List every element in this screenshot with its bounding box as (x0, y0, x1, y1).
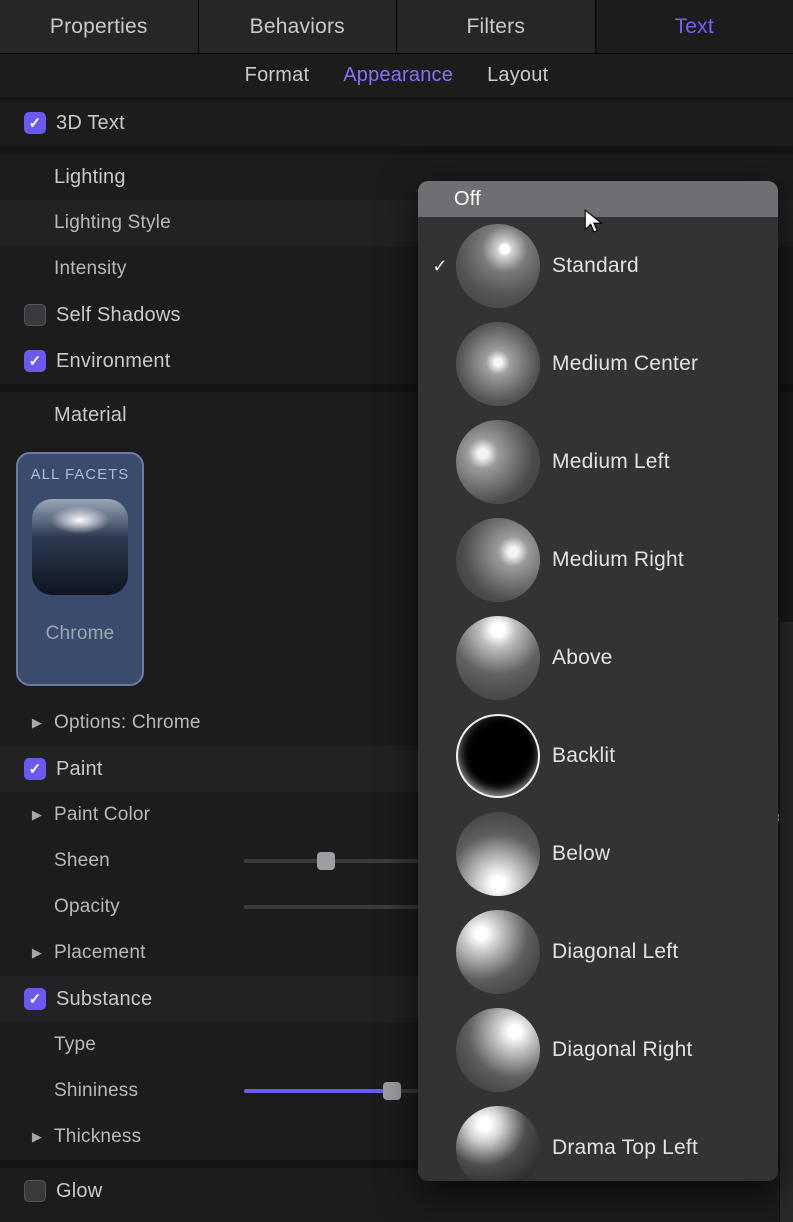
popup-item-below[interactable]: Below (418, 805, 778, 903)
material-well[interactable]: ALL FACETS Chrome (16, 452, 144, 686)
lighting-style-popup: Off ✓ Standard Medium Center Medium Left Med… (418, 181, 778, 1181)
tab-behaviors[interactable]: Behaviors (199, 0, 398, 53)
popup-item-label: Standard (552, 254, 639, 278)
checkbox-glow[interactable] (24, 1180, 46, 1202)
popup-item-label: Diagonal Right (552, 1038, 693, 1062)
subtab-appearance[interactable]: Appearance (343, 64, 453, 87)
popup-item-label: Medium Center (552, 352, 698, 376)
disclosure-icon: ▶ (30, 715, 44, 731)
label-shininess: Shininess (54, 1080, 244, 1102)
slider-sheen[interactable] (244, 859, 434, 863)
lighting-preview-sphere (456, 616, 540, 700)
tab-label: Filters (466, 15, 525, 39)
text-subtabs: Format Appearance Layout (0, 54, 793, 100)
tab-properties[interactable]: Properties (0, 0, 199, 53)
tab-text[interactable]: Text (596, 0, 793, 53)
lighting-preview-sphere (456, 910, 540, 994)
label-glow: Glow (56, 1180, 102, 1203)
popup-item-mleft[interactable]: Medium Left (418, 413, 778, 511)
label-opacity: Opacity (54, 896, 244, 918)
label-paint: Paint (56, 758, 103, 781)
disclosure-icon: ▶ (30, 1129, 44, 1145)
row-3d-text: 3D Text (0, 100, 793, 146)
popup-item-label: Backlit (552, 744, 615, 768)
popup-item-label: Drama Top Left (552, 1136, 698, 1160)
label-type: Type (54, 1034, 96, 1056)
material-thumbnail (32, 499, 128, 595)
popup-item-label: Diagonal Left (552, 940, 678, 964)
label-sheen: Sheen (54, 850, 244, 872)
lighting-preview-sphere (456, 518, 540, 602)
subtab-layout[interactable]: Layout (487, 64, 548, 87)
disclosure-icon: ▶ (30, 807, 44, 823)
checkmark-icon: ✓ (428, 256, 452, 277)
disclosure-icon: ▶ (30, 945, 44, 961)
popup-item-dright[interactable]: Diagonal Right (418, 1001, 778, 1099)
checkbox-environment[interactable] (24, 350, 46, 372)
popup-item-label: Above (552, 646, 613, 670)
label-self-shadows: Self Shadows (56, 304, 181, 327)
popup-item-mcenter[interactable]: Medium Center (418, 315, 778, 413)
inspector-tabs: Properties Behaviors Filters Text (0, 0, 793, 54)
popup-item-above[interactable]: Above (418, 609, 778, 707)
slider-shininess[interactable] (244, 1089, 434, 1093)
checkbox-paint[interactable] (24, 758, 46, 780)
slider-knob[interactable] (317, 852, 335, 870)
mouse-cursor-icon (582, 208, 608, 240)
label-lighting: Lighting (54, 166, 126, 189)
tab-label: Properties (50, 15, 148, 39)
label-thickness: Thickness (54, 1126, 141, 1148)
popup-item-dleft[interactable]: Diagonal Left (418, 903, 778, 1001)
tab-filters[interactable]: Filters (397, 0, 596, 53)
label-substance: Substance (56, 988, 152, 1011)
checkbox-self-shadows[interactable] (24, 304, 46, 326)
material-name: Chrome (46, 623, 115, 645)
label-material: Material (54, 404, 127, 427)
tab-label: Behaviors (250, 15, 345, 39)
right-edge-peek (779, 622, 793, 1222)
label-environment: Environment (56, 350, 170, 373)
lighting-preview-sphere (456, 224, 540, 308)
lighting-preview-sphere (456, 322, 540, 406)
popup-item-backlit[interactable]: Backlit (418, 707, 778, 805)
lighting-preview-sphere (456, 1008, 540, 1092)
material-well-title: ALL FACETS (31, 454, 130, 487)
label-3d-text: 3D Text (56, 112, 125, 135)
lighting-preview-sphere (456, 812, 540, 896)
popup-item-mright[interactable]: Medium Right (418, 511, 778, 609)
subtab-format[interactable]: Format (245, 64, 310, 87)
lighting-preview-sphere (456, 1106, 540, 1181)
popup-item-label: Off (454, 188, 481, 211)
slider-knob[interactable] (383, 1082, 401, 1100)
popup-item-label: Medium Right (552, 548, 684, 572)
tab-label: Text (675, 15, 714, 39)
lighting-preview-sphere (456, 420, 540, 504)
lighting-preview-sphere (456, 714, 540, 798)
divider (0, 146, 793, 154)
label-intensity: Intensity (54, 258, 274, 280)
checkbox-substance[interactable] (24, 988, 46, 1010)
label-lighting-style: Lighting Style (54, 212, 171, 234)
slider-opacity[interactable] (244, 905, 434, 909)
popup-item-label: Below (552, 842, 610, 866)
label-placement: Placement (54, 942, 146, 964)
label-options-chrome: Options: Chrome (54, 712, 201, 734)
checkbox-3d-text[interactable] (24, 112, 46, 134)
popup-item-label: Medium Left (552, 450, 670, 474)
popup-item-drama[interactable]: Drama Top Left (418, 1099, 778, 1181)
